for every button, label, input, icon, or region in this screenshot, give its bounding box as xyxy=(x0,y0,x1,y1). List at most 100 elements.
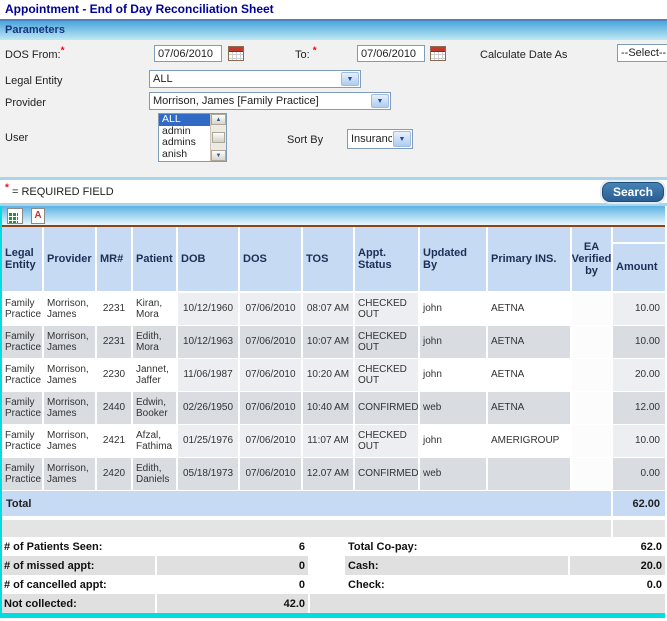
summary-gap xyxy=(310,575,345,594)
cell: Morrison, James xyxy=(44,425,97,458)
user-listbox-scrollbar[interactable]: ▲ ▼ xyxy=(210,114,226,161)
total-amount: 62.00 xyxy=(613,491,665,517)
cell: 2231 xyxy=(97,326,133,359)
user-option[interactable]: admins xyxy=(159,137,210,149)
calculate-date-as-select[interactable]: --Select-- ▼ xyxy=(617,44,667,62)
cell: 07/06/2010 xyxy=(240,326,303,359)
cell: 07/06/2010 xyxy=(240,458,303,491)
search-button[interactable]: Search xyxy=(602,182,664,202)
column-header-patient: Patient xyxy=(133,227,178,293)
summary-value: 0 xyxy=(157,575,310,594)
summary-section: # of Patients Seen:6Total Co-pay:62.0# o… xyxy=(2,537,665,613)
scrollbar-thumb[interactable] xyxy=(212,132,225,143)
export-pdf-icon[interactable]: A xyxy=(31,208,45,224)
cell: 2230 xyxy=(97,359,133,392)
results-section: A Legal EntityProviderMR#PatientDOBDOSTO… xyxy=(0,206,665,618)
required-note-row: * = REQUIRED FIELD Search xyxy=(0,180,667,203)
cell xyxy=(572,359,613,392)
table-header-row: Legal EntityProviderMR#PatientDOBDOSTOSA… xyxy=(2,227,665,293)
sort-by-label: Sort By xyxy=(287,134,323,146)
cell: AETNA xyxy=(488,359,572,392)
cell: 20.00 xyxy=(613,359,665,392)
user-listbox[interactable]: ALLadminadminsanish ▲ ▼ xyxy=(158,113,227,162)
cell: Family Practice xyxy=(2,326,44,359)
cell: Morrison, James xyxy=(44,359,97,392)
cell: 11:07 AM xyxy=(303,425,355,458)
legal-entity-select[interactable]: ALL ▼ xyxy=(149,70,361,88)
dos-to-label: To: * xyxy=(295,49,317,61)
dos-to-calendar-icon[interactable] xyxy=(430,46,446,61)
cell: Family Practice xyxy=(2,425,44,458)
user-option[interactable]: ALL xyxy=(159,114,210,126)
cell: AETNA xyxy=(488,293,572,326)
cell: Morrison, James xyxy=(44,458,97,491)
summary-label: Not collected: xyxy=(2,594,157,613)
cell: Jannet, Jaffer xyxy=(133,359,178,392)
summary-filler xyxy=(310,594,665,613)
provider-select[interactable]: Morrison, James [Family Practice] ▼ xyxy=(149,92,391,110)
cell xyxy=(572,458,613,491)
export-toolbar: A xyxy=(2,206,665,225)
user-option[interactable]: anish xyxy=(159,149,210,161)
scroll-down-icon[interactable]: ▼ xyxy=(211,150,226,161)
export-excel-icon[interactable] xyxy=(7,208,23,224)
column-header-dob: DOB xyxy=(178,227,240,293)
summary-row: # of cancelled appt:0Check:0.0 xyxy=(2,575,665,594)
cell xyxy=(572,392,613,425)
summary-row: # of missed appt:0Cash:20.0 xyxy=(2,556,665,575)
cell: web xyxy=(420,392,488,425)
cell: Edith, Mora xyxy=(133,326,178,359)
sort-by-select[interactable]: Insurance ▼ xyxy=(347,129,413,149)
cell xyxy=(572,326,613,359)
cell: 12.00 xyxy=(613,392,665,425)
column-header-legal-entity: Legal Entity xyxy=(2,227,44,293)
required-asterisk: * xyxy=(313,45,317,56)
required-asterisk: * xyxy=(5,182,9,193)
cell: Afzal, Fathima xyxy=(133,425,178,458)
table-row: Family PracticeMorrison, James2421Afzal,… xyxy=(2,425,665,458)
column-header-tos: TOS xyxy=(303,227,355,293)
cell: Edith, Daniels xyxy=(133,458,178,491)
cell: 02/26/1950 xyxy=(178,392,240,425)
column-header-amount: Amount xyxy=(613,227,665,293)
scroll-up-icon[interactable]: ▲ xyxy=(211,114,226,125)
cell: CHECKED OUT xyxy=(355,359,420,392)
page-title: Appointment - End of Day Reconciliation … xyxy=(0,0,667,21)
cell: CHECKED OUT xyxy=(355,293,420,326)
table-body: Family PracticeMorrison, James2231Kiran,… xyxy=(2,293,665,491)
cell xyxy=(572,293,613,326)
cell: 10:20 AM xyxy=(303,359,355,392)
chevron-down-icon: ▼ xyxy=(371,94,389,108)
total-row: Total 62.00 xyxy=(2,491,665,517)
summary-value: 62.0 xyxy=(570,537,665,556)
summary-value: 6 xyxy=(157,537,310,556)
cell: 08:07 AM xyxy=(303,293,355,326)
column-header-provider: Provider xyxy=(44,227,97,293)
cell: Family Practice xyxy=(2,359,44,392)
table-row: Family PracticeMorrison, James2231Kiran,… xyxy=(2,293,665,326)
summary-value: 20.0 xyxy=(570,556,665,575)
app-window: Appointment - End of Day Reconciliation … xyxy=(0,0,667,621)
summary-value: 42.0 xyxy=(157,594,310,613)
cell: 0.00 xyxy=(613,458,665,491)
cell: 01/25/1976 xyxy=(178,425,240,458)
table-row: Family PracticeMorrison, James2231Edith,… xyxy=(2,326,665,359)
summary-value: 0 xyxy=(157,556,310,575)
table-row: Family PracticeMorrison, James2440Edwin,… xyxy=(2,392,665,425)
cell: 10.00 xyxy=(613,326,665,359)
summary-label: Total Co-pay: xyxy=(345,537,570,556)
dos-from-calendar-icon[interactable] xyxy=(228,46,244,61)
cell: CHECKED OUT xyxy=(355,425,420,458)
dos-from-label: DOS From:* xyxy=(5,49,65,61)
summary-gap xyxy=(310,556,345,575)
cell: Morrison, James xyxy=(44,326,97,359)
cell: 07/06/2010 xyxy=(240,359,303,392)
cell: 10.00 xyxy=(613,293,665,326)
cell: 10:40 AM xyxy=(303,392,355,425)
cell: 2231 xyxy=(97,293,133,326)
required-asterisk: * xyxy=(61,45,65,56)
dos-to-input[interactable] xyxy=(357,45,425,62)
summary-label: Cash: xyxy=(345,556,570,575)
table-row: Family PracticeMorrison, James2420Edith,… xyxy=(2,458,665,491)
dos-from-input[interactable] xyxy=(154,45,222,62)
